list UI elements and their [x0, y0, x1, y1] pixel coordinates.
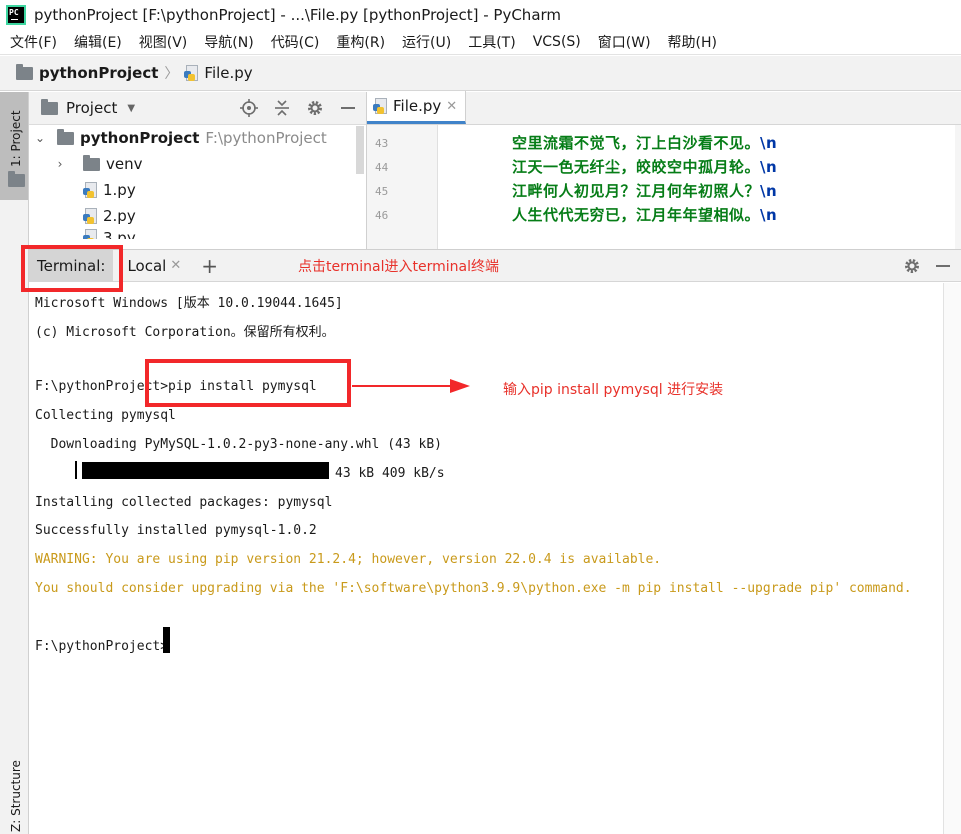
tree-item-file[interactable]: 2.py: [29, 203, 366, 229]
download-progress-bar: [82, 462, 329, 479]
folder-icon: [41, 98, 58, 115]
tab-local[interactable]: Local: [127, 257, 166, 275]
menu-code[interactable]: 代码(C): [261, 32, 327, 52]
editor-scrollbar[interactable]: [955, 125, 961, 249]
gear-icon[interactable]: [903, 257, 921, 275]
title-bar: PC pythonProject [F:\pythonProject] - ..…: [0, 0, 961, 30]
code-line: 空里流霜不觉飞，汀上白沙看不见。\n: [512, 134, 778, 152]
menu-run[interactable]: 运行(U): [392, 32, 458, 52]
tree-item-file[interactable]: 3.py: [29, 229, 366, 239]
pycharm-logo-icon: PC: [6, 5, 26, 25]
gear-icon[interactable]: [306, 99, 324, 117]
folder-icon: [57, 128, 74, 145]
terminal-warning: You should consider upgrading via the 'F…: [35, 581, 912, 596]
project-scrollbar[interactable]: [356, 126, 364, 174]
python-file-icon: [184, 64, 200, 82]
code-line: 江畔何人初见月？江月何年初照人？\n: [512, 182, 778, 200]
menu-edit[interactable]: 编辑(E): [64, 32, 129, 52]
progress-start-bar: [75, 461, 77, 479]
structure-tool-tab[interactable]: Z: Structure: [9, 760, 23, 832]
plus-icon[interactable]: +: [201, 254, 218, 278]
breadcrumb: pythonProject 〉 File.py: [0, 56, 961, 91]
tree-item-file[interactable]: 1.py: [29, 177, 366, 203]
terminal-line: Collecting pymysql: [35, 408, 176, 423]
tree-root-path: F:\pythonProject: [205, 129, 327, 147]
editor: File.py ✕ 43 44 45 46 空里流霜不觉飞，汀上白沙看不见。\n…: [367, 91, 961, 249]
project-panel-header: Project ▼: [29, 92, 366, 125]
tree-item-label: 3.py: [103, 229, 136, 239]
menu-vcs[interactable]: VCS(S): [523, 34, 588, 50]
arrow-right-icon: [352, 379, 470, 393]
editor-tab-file[interactable]: File.py ✕: [367, 91, 467, 124]
terminal-line: Installing collected packages: pymysql: [35, 495, 333, 510]
breadcrumb-project[interactable]: pythonProject: [39, 64, 158, 82]
code-line: 人生代代无穷已，江月年年望相似。\n: [512, 206, 778, 224]
tree-item-label: venv: [106, 155, 143, 173]
project-panel-title[interactable]: Project: [66, 99, 117, 117]
tree-root[interactable]: ⌄ pythonProject F:\pythonProject: [29, 125, 366, 151]
python-file-icon: [373, 97, 389, 115]
locate-target-icon[interactable]: [240, 99, 258, 117]
minimize-icon[interactable]: [935, 257, 951, 275]
line-number: 44: [375, 161, 389, 174]
editor-tab-label: File.py: [393, 97, 442, 115]
annotation-highlight-command: [145, 359, 351, 407]
annotation-highlight-terminal-tab: [21, 245, 123, 292]
tree-item-label: 2.py: [103, 207, 136, 225]
menu-bar: 文件(F) 编辑(E) 视图(V) 导航(N) 代码(C) 重构(R) 运行(U…: [0, 30, 961, 55]
menu-help[interactable]: 帮助(H): [658, 32, 724, 52]
menu-file[interactable]: 文件(F): [0, 32, 64, 52]
line-number: 43: [375, 137, 389, 150]
code-line: 江天一色无纤尘，皎皎空中孤月轮。\n: [512, 158, 778, 176]
terminal-cursor: [163, 627, 170, 653]
close-icon[interactable]: ✕: [170, 258, 181, 273]
folder-icon: [83, 154, 100, 171]
tree-root-label: pythonProject: [80, 129, 200, 147]
menu-refactor[interactable]: 重构(R): [326, 32, 392, 52]
terminal-line: Microsoft Windows [版本 10.0.19044.1645]: [35, 296, 343, 311]
project-tree: ⌄ pythonProject F:\pythonProject › venv …: [29, 125, 366, 239]
breadcrumb-file[interactable]: File.py: [204, 64, 252, 82]
line-number: 46: [375, 209, 389, 222]
project-tool-tab[interactable]: 1: Project: [0, 92, 28, 200]
python-file-icon: [83, 207, 99, 225]
window-title: pythonProject [F:\pythonProject] - ...\F…: [34, 6, 562, 24]
folder-icon: [16, 63, 33, 80]
terminal-line: (c) Microsoft Corporation。保留所有权利。: [35, 325, 335, 340]
chevron-down-icon[interactable]: ⌄: [33, 131, 47, 145]
python-file-icon: [83, 229, 99, 239]
terminal-prompt: F:\pythonProject>: [35, 639, 169, 654]
minimize-icon[interactable]: [340, 99, 356, 117]
left-tool-strip: 1: Project Z: Structure: [0, 92, 29, 834]
project-panel: Project ▼ ⌄ pythonProject F:\pythonProje…: [29, 92, 367, 249]
menu-tools[interactable]: 工具(T): [458, 32, 522, 52]
terminal-header: Terminal: Local ✕ + 点击terminal进入terminal…: [29, 249, 961, 282]
annotation-terminal: 点击terminal进入terminal终端: [298, 258, 499, 275]
tree-item-label: 1.py: [103, 181, 136, 199]
gutter-divider: [437, 125, 438, 249]
chevron-down-icon[interactable]: ▼: [127, 103, 135, 114]
annotation-command: 输入pip install pymysql 进行安装: [503, 382, 724, 398]
terminal-scrollbar[interactable]: [943, 283, 961, 834]
code-area[interactable]: 43 44 45 46 空里流霜不觉飞，汀上白沙看不见。\n 江天一色无纤尘，皎…: [367, 125, 961, 249]
terminal-warning: WARNING: You are using pip version 21.2.…: [35, 552, 662, 567]
menu-navigate[interactable]: 导航(N): [194, 32, 260, 52]
project-tool-tab-label: 1: Project: [9, 110, 23, 167]
menu-view[interactable]: 视图(V): [129, 32, 195, 52]
terminal-line: Downloading PyMySQL-1.0.2-py3-none-any.w…: [35, 437, 442, 452]
download-progress-text: 43 kB 409 kB/s: [335, 466, 445, 481]
collapse-icon[interactable]: [274, 99, 290, 117]
chevron-right-icon[interactable]: ›: [53, 157, 67, 171]
close-icon[interactable]: ✕: [446, 99, 457, 114]
python-file-icon: [83, 181, 99, 199]
line-number: 45: [375, 185, 389, 198]
tree-item-venv[interactable]: › venv: [29, 151, 366, 177]
terminal-line: Successfully installed pymysql-1.0.2: [35, 523, 317, 538]
breadcrumb-separator-icon: 〉: [164, 66, 179, 82]
editor-tab-bar: File.py ✕: [367, 91, 961, 125]
folder-icon: [8, 171, 25, 187]
menu-window[interactable]: 窗口(W): [588, 32, 658, 52]
